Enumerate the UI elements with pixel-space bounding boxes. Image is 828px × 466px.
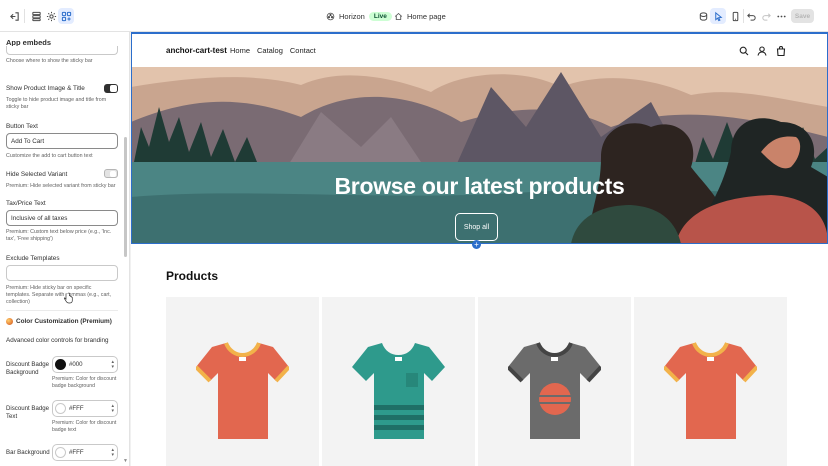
exit-icon[interactable] — [6, 8, 22, 24]
save-button[interactable]: Save — [791, 9, 814, 23]
tshirt-image — [196, 342, 289, 439]
show-image-toggle[interactable] — [104, 84, 118, 93]
store-logo[interactable]: anchor-cart-test — [166, 46, 227, 55]
stepper-icon: ▴ ▾ — [111, 403, 114, 414]
discount-badge-bg-help: Premium: Color for discount badge backgr… — [52, 376, 117, 389]
bar-background-label: Bar Background — [6, 449, 50, 456]
pointer-select-icon[interactable] — [710, 8, 726, 24]
theme-name[interactable]: Horizon Live — [326, 9, 392, 23]
more-actions-icon[interactable] — [773, 8, 789, 24]
discount-badge-bg-value: #000 — [69, 361, 83, 368]
color-section-title: Color Customization (Premium) — [6, 318, 112, 325]
hero-banner: Browse our latest products Shop all — [131, 67, 828, 244]
stepper-icon: ▴ ▾ — [111, 447, 114, 458]
product-card[interactable] — [322, 297, 475, 466]
show-image-help: Toggle to hide product image and title f… — [6, 97, 107, 110]
sidebar-scrollbar[interactable] — [124, 137, 127, 257]
sections-icon[interactable] — [28, 8, 44, 24]
color-section-desc: Advanced color controls for branding — [6, 337, 109, 344]
palette-icon — [6, 318, 13, 325]
live-status-badge: Live — [368, 11, 392, 21]
account-icon[interactable] — [757, 46, 767, 56]
page-selector[interactable]: Home page — [394, 9, 446, 23]
shop-all-button[interactable]: Shop all — [455, 213, 498, 241]
tax-price-label: Tax/Price Text — [6, 200, 46, 207]
storefront-preview: anchor-cart-test Home Catalog Contact Br… — [131, 32, 828, 466]
nav-link-catalog[interactable]: Catalog — [257, 46, 283, 55]
product-card[interactable] — [166, 297, 319, 466]
exclude-templates-help: Premium: Hide sticky bar on specific tem… — [6, 285, 112, 305]
theme-icon — [326, 12, 335, 20]
product-card[interactable] — [478, 297, 631, 466]
add-section-icon[interactable]: + — [472, 240, 481, 249]
products-heading: Products — [166, 269, 219, 283]
nav-link-contact[interactable]: Contact — [290, 46, 316, 55]
color-swatch[interactable] — [55, 447, 66, 458]
home-icon — [394, 12, 403, 20]
bar-background-picker[interactable]: #FFF ▴ ▾ — [52, 444, 118, 461]
app-embeds-icon[interactable] — [58, 8, 74, 24]
discount-badge-text-value: #FFF — [69, 405, 84, 412]
product-card[interactable] — [634, 297, 787, 466]
cart-icon[interactable] — [776, 46, 786, 56]
discount-badge-text-label: Discount Badge Text — [6, 405, 50, 420]
mobile-view-icon[interactable] — [727, 8, 743, 24]
color-section-title-text: Color Customization (Premium) — [16, 318, 112, 325]
tshirt-image — [352, 343, 445, 439]
search-icon[interactable] — [739, 46, 749, 56]
scroll-down-icon[interactable]: ▼ — [123, 458, 128, 464]
tshirt-image — [508, 342, 601, 439]
button-text-help: Customize the add to cart button text — [6, 153, 93, 159]
discount-badge-bg-picker[interactable]: #000 ▴ ▾ — [52, 356, 118, 373]
editor-topbar: Horizon Live Home page Save — [0, 0, 828, 32]
tax-price-help: Premium: Custom text below price (e.g., … — [6, 229, 112, 242]
tax-price-field[interactable]: Inclusive of all taxes — [6, 210, 118, 226]
inspector-icon[interactable] — [695, 8, 711, 24]
nav-link-home[interactable]: Home — [230, 46, 250, 55]
settings-sidebar: App embeds Choose where to show the stic… — [0, 32, 130, 466]
redo-icon[interactable] — [758, 8, 774, 24]
color-swatch[interactable] — [55, 403, 66, 414]
hero-title: Browse our latest products — [334, 173, 625, 199]
show-image-label: Show Product Image & Title — [6, 85, 85, 92]
bar-background-value: #FFF — [69, 449, 84, 456]
exclude-templates-field[interactable] — [6, 265, 118, 281]
hide-variant-help: Premium: Hide selected variant from stic… — [6, 183, 116, 189]
hide-variant-label: Hide Selected Variant — [6, 171, 68, 178]
discount-badge-text-help: Premium: Color for discount badge text — [52, 420, 117, 433]
hide-variant-toggle[interactable] — [104, 169, 118, 178]
topbar-divider — [24, 9, 25, 23]
section-divider — [6, 310, 118, 311]
color-swatch[interactable] — [55, 359, 66, 370]
store-header: anchor-cart-test Home Catalog Contact — [131, 34, 828, 67]
store-nav: Home Catalog Contact — [230, 46, 316, 55]
discount-badge-text-picker[interactable]: #FFF ▴ ▾ — [52, 400, 118, 417]
theme-name-label: Horizon — [339, 11, 365, 21]
button-text-field[interactable]: Add To Cart — [6, 133, 118, 149]
hand-cursor-icon — [64, 292, 73, 304]
discount-badge-bg-label: Discount Badge Background — [6, 361, 50, 376]
button-text-label: Button Text — [6, 123, 38, 130]
page-selector-label: Home page — [407, 11, 446, 21]
exclude-templates-label: Exclude Templates — [6, 255, 60, 262]
position-select[interactable] — [6, 46, 118, 55]
tshirt-image — [664, 342, 757, 439]
undo-icon[interactable] — [743, 8, 759, 24]
position-help: Choose where to show the sticky bar — [6, 58, 93, 64]
stepper-icon: ▴ ▾ — [111, 359, 114, 370]
settings-gear-icon[interactable] — [43, 8, 59, 24]
